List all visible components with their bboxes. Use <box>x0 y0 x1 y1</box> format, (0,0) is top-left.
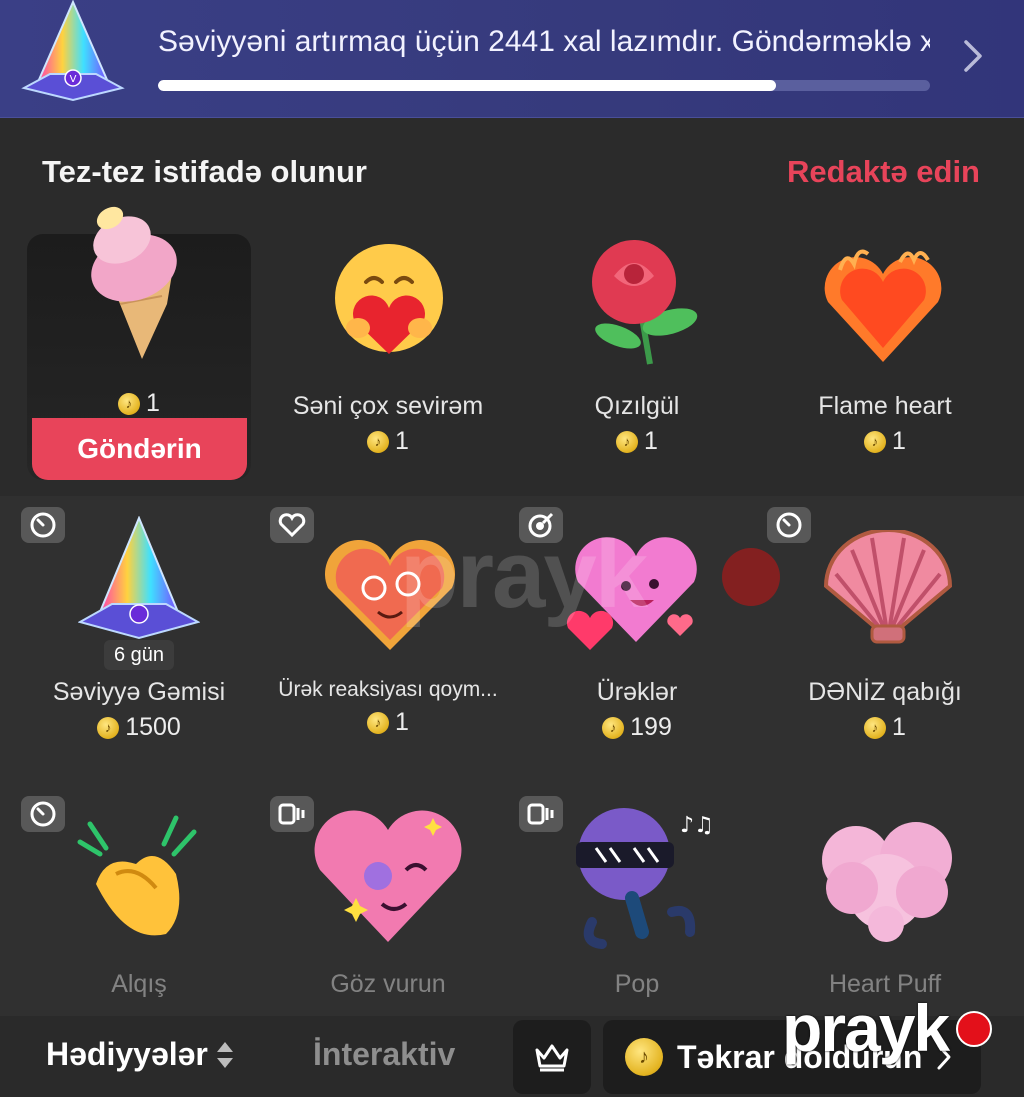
interactive-icon <box>519 796 563 832</box>
level-ship-icon <box>78 516 200 640</box>
coin-icon: ♪ <box>625 1038 663 1076</box>
gift-name: Ürək reaksiyası qoym... <box>278 678 498 701</box>
crown-icon <box>535 1044 569 1072</box>
coin-icon <box>616 430 639 453</box>
gift-price: 1 <box>770 427 1000 456</box>
hug-heart-emoji-icon <box>335 244 443 354</box>
watermark-logo-dot <box>956 1011 992 1047</box>
gift-item[interactable]: Pop <box>522 970 752 999</box>
interactive-icon <box>270 796 314 832</box>
gift-price: 1500 <box>24 713 254 742</box>
sort-arrows-icon <box>216 1041 233 1068</box>
rose-icon <box>592 240 698 365</box>
gift-item[interactable]: Səviyyə Gəmisi 1500 <box>24 678 254 742</box>
coin-icon <box>97 716 120 739</box>
seashell-icon <box>823 530 953 644</box>
gift-name: Səni çox sevirəm <box>292 392 484 420</box>
tab-gifts[interactable]: Hədiyyələr <box>46 1036 234 1073</box>
crown-button[interactable] <box>513 1020 591 1094</box>
gift-item[interactable]: Ürəklər 199 <box>522 678 752 742</box>
coin-icon <box>602 716 625 739</box>
banner-message: Səviyyəni artırmaq üçün 2441 xal lazımdı… <box>158 25 930 58</box>
gift-price: 199 <box>522 713 752 742</box>
pop-microphone-icon: ♪♫ <box>576 808 712 949</box>
gift-item[interactable]: Göz vurun <box>273 970 503 999</box>
wink-heart-icon <box>314 810 462 942</box>
ice-cream-icon <box>91 206 177 359</box>
coin-icon <box>367 430 390 453</box>
edit-button[interactable]: Redaktə edin <box>787 154 980 190</box>
coin-icon <box>864 430 887 453</box>
gift-price: 1 <box>522 427 752 456</box>
svg-text:V: V <box>70 74 77 85</box>
coin-icon <box>367 711 390 734</box>
flame-heart-icon <box>824 249 942 362</box>
level-banner[interactable]: V Səviyyəni artırmaq üçün 2441 xal lazım… <box>0 0 1024 118</box>
heart-outline-icon <box>270 507 314 543</box>
level-progress-fill <box>158 80 776 91</box>
heart-puff-icon <box>822 822 952 942</box>
gift-name: Alqış <box>111 970 167 998</box>
watermark-logo: prayk <box>782 991 950 1065</box>
tab-interactive[interactable]: İnteraktiv <box>313 1036 463 1073</box>
timer-icon <box>767 507 811 543</box>
timer-icon <box>21 507 65 543</box>
watermark: prayk <box>400 521 648 628</box>
gift-price: 1 <box>770 713 1000 742</box>
clapping-hands-icon <box>77 815 197 936</box>
gift-name: Pop <box>614 970 660 998</box>
section-title: Tez-tez istifadə olunur <box>42 154 367 189</box>
duration-badge: 6 gün <box>104 640 174 670</box>
gift-item[interactable]: DƏNİZ qabığı 1 <box>770 678 1000 742</box>
coin-icon <box>864 716 887 739</box>
coin-icon <box>118 392 141 415</box>
selected-gift-price: 1 <box>27 389 251 418</box>
gift-name: Flame heart <box>818 392 952 420</box>
gift-price: 1 <box>273 708 503 737</box>
gift-name: DƏNİZ qabığı <box>808 678 962 706</box>
gift-price: 1 <box>273 427 503 456</box>
gift-name: Səviyyə Gəmisi <box>52 678 226 706</box>
gift-item[interactable]: Səni çox sevirəm 1 <box>273 392 503 456</box>
gift-item[interactable]: Qızılgül 1 <box>522 392 752 456</box>
timer-icon <box>21 796 65 832</box>
gift-name: Ürəklər <box>596 678 678 706</box>
gift-item[interactable]: Flame heart 1 <box>770 392 1000 456</box>
level-progress-bar <box>158 80 930 91</box>
gift-name: Göz vurun <box>330 970 446 998</box>
level-ship-icon: V <box>21 0 125 102</box>
watermark-dot <box>722 548 780 606</box>
chevron-right-icon[interactable] <box>960 38 986 74</box>
send-button[interactable]: Göndərin <box>32 418 247 480</box>
svg-text:♪♫: ♪♫ <box>680 813 712 838</box>
gift-item[interactable]: Alqış <box>24 970 254 999</box>
frequent-gifts-section: Tez-tez istifadə olunur Redaktə edin 1 G… <box>0 118 1024 496</box>
gift-name: Qızılgül <box>594 392 680 420</box>
gift-item[interactable]: Ürək reaksiyası qoym... 1 <box>273 678 503 737</box>
